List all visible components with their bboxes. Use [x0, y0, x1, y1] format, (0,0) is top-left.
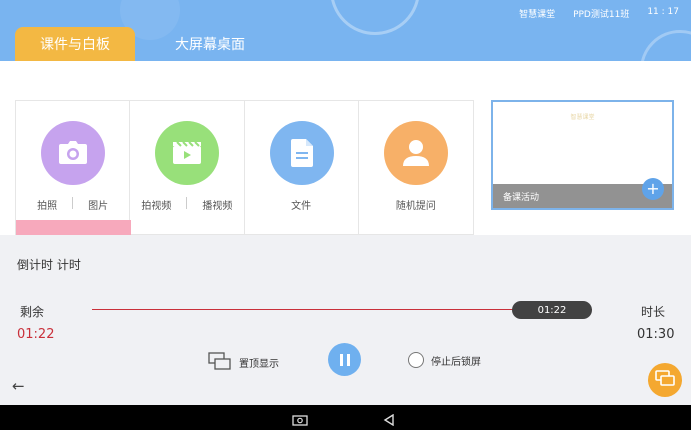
video-icon[interactable] — [155, 121, 220, 185]
active-indicator — [16, 220, 131, 236]
divider — [72, 197, 74, 209]
card-video[interactable]: 拍视频 播视频 — [130, 101, 245, 234]
tool-cards: 拍照 图片 拍视频 播视频 文件 随机提问 — [15, 100, 474, 236]
screenshot-icon[interactable] — [292, 411, 308, 430]
pin-on-top-toggle[interactable]: 置顶显示 — [208, 352, 279, 373]
timer-panel: 倒计时 计时 剩余 01:22 01:22 时长 01:30 置顶显示 停止后锁… — [0, 235, 691, 405]
class-name: PPD测试11班 — [573, 10, 630, 20]
lock-after-stop-toggle[interactable]: 停止后锁屏 — [408, 352, 481, 368]
card-photo[interactable]: 拍照 图片 — [16, 101, 131, 236]
lesson-prep-card[interactable]: 智慧课堂 备课活动 + — [491, 100, 674, 210]
decor-circle — [640, 30, 691, 61]
pause-button[interactable] — [328, 343, 361, 376]
app-name: 智慧课堂 — [519, 10, 556, 20]
screen-share-button[interactable] — [648, 363, 682, 397]
document-icon[interactable] — [269, 121, 334, 185]
watermark: 智慧课堂 — [570, 114, 595, 121]
windows-icon — [655, 370, 675, 390]
decor-circle — [330, 0, 420, 35]
status-bar: 智慧课堂 PPD测试11班 11 : 17 — [519, 7, 679, 20]
card-random-question[interactable]: 随机提问 — [359, 101, 473, 234]
duration-label: 时长 — [641, 305, 666, 319]
nav-back-icon[interactable] — [383, 411, 395, 430]
tab-courseware-whiteboard[interactable]: 课件与白板 — [15, 27, 135, 61]
play-video-label[interactable]: 播视频 — [202, 197, 232, 212]
remaining-label: 剩余 — [20, 305, 45, 319]
camera-icon[interactable] — [41, 121, 105, 185]
timer-title: 倒计时 计时 — [17, 258, 81, 272]
divider — [186, 197, 188, 209]
lock-radio[interactable] — [408, 352, 424, 368]
tab-big-screen-desktop[interactable]: 大屏幕桌面 — [160, 27, 260, 61]
take-photo-label[interactable]: 拍照 — [37, 197, 57, 212]
system-nav-bar — [0, 405, 691, 430]
person-icon[interactable] — [383, 121, 448, 185]
clock: 11 : 17 — [647, 7, 679, 17]
record-video-label[interactable]: 拍视频 — [141, 197, 171, 212]
duration-value: 01:30 — [637, 327, 675, 342]
file-label[interactable]: 文件 — [291, 197, 311, 212]
back-arrow-icon[interactable]: ← — [12, 377, 25, 395]
lock-after-stop-label: 停止后锁屏 — [431, 356, 481, 368]
plus-icon[interactable]: + — [642, 178, 664, 200]
random-question-label[interactable]: 随机提问 — [396, 197, 436, 212]
timer-progress-thumb[interactable]: 01:22 — [512, 301, 592, 319]
top-bar: 智慧课堂 PPD测试11班 11 : 17 课件与白板 大屏幕桌面 — [0, 0, 691, 61]
remaining-value: 01:22 — [17, 327, 55, 342]
pin-on-top-label: 置顶显示 — [239, 359, 279, 370]
picture-label[interactable]: 图片 — [88, 197, 108, 212]
pin-window-icon — [208, 352, 232, 373]
card-file[interactable]: 文件 — [245, 101, 359, 234]
